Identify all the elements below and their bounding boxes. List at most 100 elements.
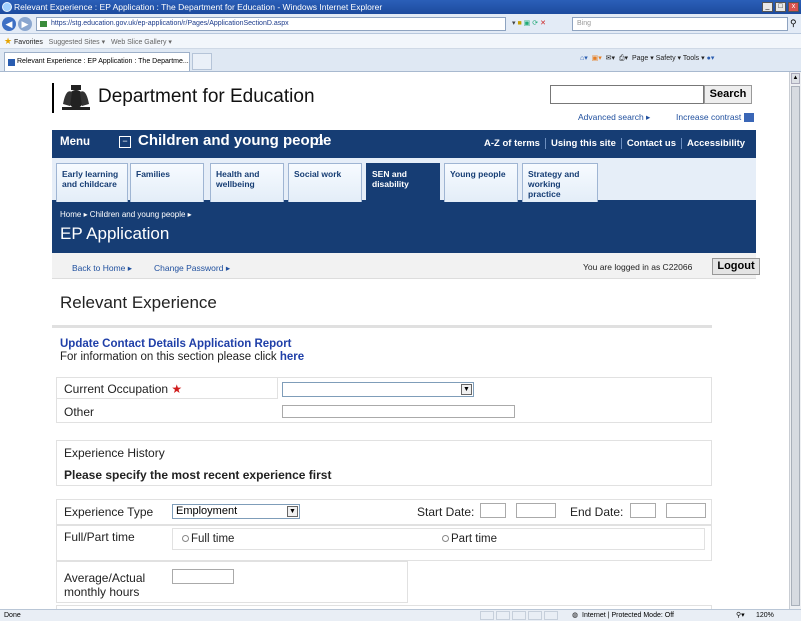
- experience-type-select[interactable]: Employment ▼: [172, 504, 300, 519]
- compat-icon[interactable]: ▣: [524, 20, 531, 27]
- tab-early-learning[interactable]: Early learning and childcare: [56, 163, 128, 202]
- experience-type-value: Employment: [176, 505, 238, 517]
- feeds-icon[interactable]: ▣▾: [592, 55, 602, 62]
- update-contact-link[interactable]: Update Contact Details Application Repor…: [60, 338, 292, 350]
- other-input[interactable]: [282, 405, 515, 418]
- navigation-bar: ◀ ▶ https://stg.education.gov.uk/ep-appl…: [0, 14, 801, 34]
- part-time-option[interactable]: Part time: [442, 533, 497, 545]
- tab-title: Relevant Experience : EP Application : T…: [17, 58, 189, 65]
- increase-contrast-link[interactable]: Increase contrast: [676, 112, 754, 123]
- status-pane: [544, 611, 558, 620]
- print-icon[interactable]: ⎙▾: [619, 55, 628, 62]
- status-bar: Done ◍ Internet | Protected Mode: Off ⚲▾…: [0, 609, 801, 621]
- stop-icon[interactable]: ✕: [540, 20, 546, 27]
- tab-young-people[interactable]: Young people: [444, 163, 518, 202]
- zoom-icon[interactable]: ⚲▾: [736, 610, 745, 621]
- home-icon[interactable]: ⌂: [315, 132, 324, 149]
- header-divider: [52, 83, 54, 113]
- start-date-label: Start Date:: [417, 505, 475, 519]
- back-to-home-link[interactable]: Back to Home ▸: [72, 263, 132, 274]
- end-date-month-input[interactable]: [630, 503, 656, 518]
- advanced-search-link[interactable]: Advanced search ▸: [578, 112, 650, 123]
- monthly-hours-input[interactable]: [172, 569, 234, 584]
- breadcrumb[interactable]: Home ▸ Children and young people ▸: [60, 210, 192, 219]
- end-date-year-input[interactable]: [666, 503, 706, 518]
- favorites-label[interactable]: Favorites: [14, 39, 43, 46]
- menu-collapse-icon[interactable]: −: [119, 136, 131, 148]
- suggested-sites-link[interactable]: Suggested Sites ▾: [49, 39, 105, 46]
- mail-icon[interactable]: ✉▾: [606, 55, 615, 62]
- search-icon[interactable]: ⚲: [790, 18, 797, 29]
- search-placeholder: Bing: [577, 20, 592, 27]
- close-button[interactable]: x: [788, 2, 799, 12]
- scroll-up-icon[interactable]: ▲: [791, 73, 800, 84]
- tab-health-wellbeing[interactable]: Health and wellbeing: [210, 163, 284, 202]
- application-title: EP Application: [60, 224, 170, 243]
- experience-history-heading: Experience History: [64, 446, 165, 460]
- favorites-star-icon[interactable]: ★: [4, 36, 12, 46]
- page-title: Relevant Experience: [60, 293, 217, 312]
- start-date-year-input[interactable]: [516, 503, 556, 518]
- current-occupation-select[interactable]: ▼: [282, 382, 474, 397]
- help-icon[interactable]: ●▾: [707, 55, 715, 62]
- full-time-option[interactable]: Full time: [182, 533, 234, 545]
- status-pane: [528, 611, 542, 620]
- zoom-level[interactable]: 120%: [756, 610, 774, 621]
- window-title-bar: Relevant Experience : EP Application : T…: [0, 0, 801, 14]
- accessibility-link[interactable]: Accessibility: [687, 138, 745, 149]
- refresh-icon[interactable]: ⟳: [532, 20, 538, 27]
- using-site-link[interactable]: Using this site: [551, 138, 616, 149]
- page-icon: [40, 21, 47, 27]
- lock-icon[interactable]: ■: [517, 20, 521, 27]
- status-pane: [480, 611, 494, 620]
- tab-social-work[interactable]: Social work: [288, 163, 362, 202]
- status-pane: [512, 611, 526, 620]
- command-menus[interactable]: Page ▾ Safety ▾ Tools ▾: [632, 55, 705, 62]
- scroll-thumb[interactable]: [791, 86, 800, 606]
- info-text: For information on this section please c…: [60, 351, 280, 363]
- current-occupation-text: Current Occupation: [64, 382, 169, 396]
- other-label: Other: [64, 405, 95, 419]
- web-slice-link[interactable]: Web Slice Gallery ▾: [111, 39, 172, 46]
- contact-us-link[interactable]: Contact us: [627, 138, 676, 149]
- site-search-input[interactable]: [550, 85, 704, 104]
- royal-crest-icon: [62, 85, 90, 110]
- new-tab-button[interactable]: [192, 53, 212, 70]
- section-title[interactable]: Children and young people: [138, 132, 331, 149]
- radio-group: [172, 528, 705, 550]
- status-text: Done: [4, 612, 21, 619]
- radio-icon: [182, 535, 189, 543]
- tab-families[interactable]: Families: [130, 163, 204, 202]
- full-time-label: Full time: [191, 533, 235, 545]
- contrast-icon: [743, 113, 754, 123]
- minimize-button[interactable]: _: [762, 2, 773, 12]
- security-zone[interactable]: Internet | Protected Mode: Off: [582, 610, 674, 621]
- dropdown-icon[interactable]: ▾: [512, 20, 516, 27]
- change-password-link[interactable]: Change Password ▸: [154, 263, 230, 274]
- az-terms-link[interactable]: A-Z of terms: [484, 138, 540, 149]
- part-time-label: Part time: [451, 533, 498, 545]
- window-title: Relevant Experience : EP Application : T…: [14, 2, 383, 12]
- back-icon[interactable]: ◀: [2, 17, 16, 31]
- department-name: Department for Education: [98, 86, 315, 107]
- search-field[interactable]: Bing: [572, 17, 788, 31]
- menu-button[interactable]: Menu: [60, 136, 90, 148]
- forward-icon[interactable]: ▶: [18, 17, 32, 31]
- logout-button[interactable]: Logout: [712, 258, 760, 275]
- search-button[interactable]: Search: [704, 85, 752, 104]
- radio-icon: [442, 535, 449, 543]
- address-bar[interactable]: https://stg.education.gov.uk/ep-applicat…: [36, 17, 506, 31]
- chevron-down-icon: ▼: [461, 384, 472, 395]
- tab-sen-disability[interactable]: SEN and disability: [366, 163, 440, 202]
- maximize-button[interactable]: □: [775, 2, 786, 12]
- address-icons: ▾ ■ ▣ ⟳ ✕: [512, 17, 546, 31]
- full-part-label: Full/Part time: [64, 530, 135, 544]
- start-date-month-input[interactable]: [480, 503, 506, 518]
- browser-tab[interactable]: Relevant Experience : EP Application : T…: [4, 52, 190, 71]
- globe-icon: ◍: [572, 612, 579, 619]
- tab-strategy[interactable]: Strategy and working practice: [522, 163, 598, 202]
- info-here-link[interactable]: here: [280, 351, 304, 363]
- home-command-icon[interactable]: ⌂▾: [580, 55, 588, 62]
- vertical-scrollbar[interactable]: ▲: [789, 72, 801, 609]
- monthly-hours-label: Average/Actual monthly hours: [64, 571, 146, 599]
